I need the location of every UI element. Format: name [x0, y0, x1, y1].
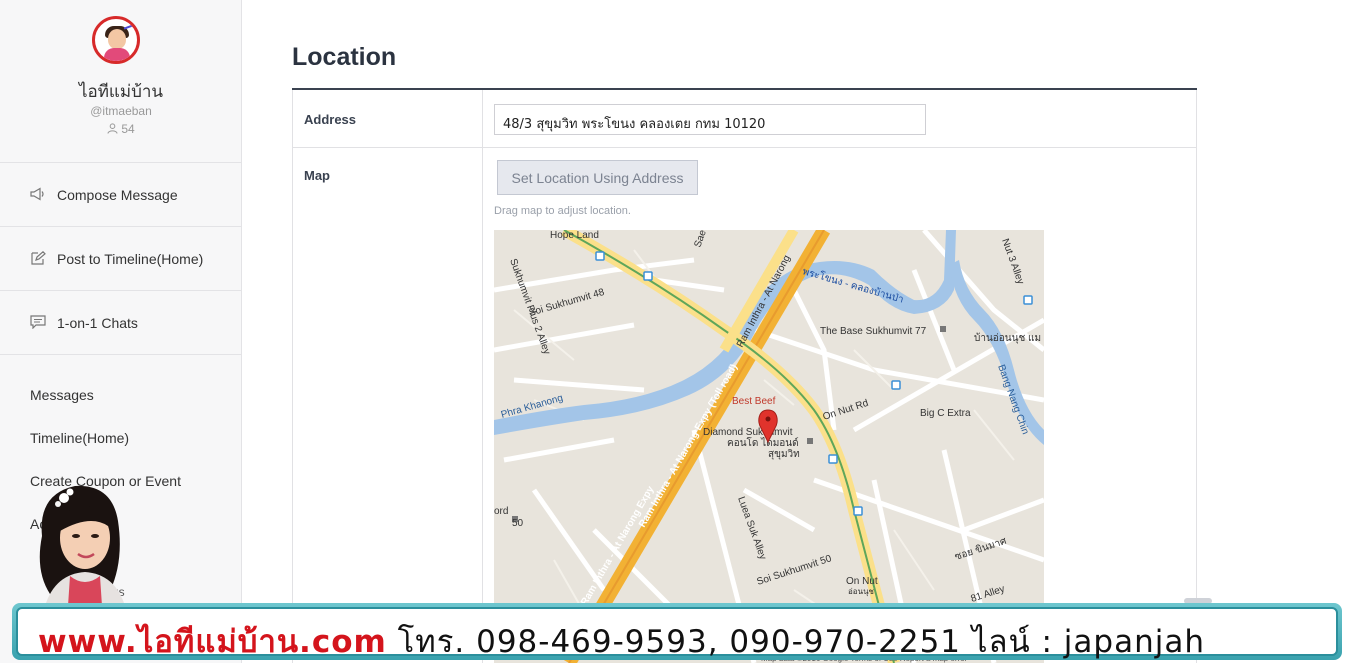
location-map[interactable]: Hope Land Soi Sukhumvit 48 Sukhumvit Plu…: [494, 230, 1044, 663]
followers-count: 54: [0, 122, 242, 136]
nav-compose-label: Compose Message: [57, 187, 178, 203]
contact-banner: www.ไอทีแม่บ้าน.com โทร. 098-469-9593, 0…: [12, 603, 1342, 660]
banner-text: www.ไอทีแม่บ้าน.com โทร. 098-469-9593, 0…: [38, 616, 1205, 666]
map-label-on-nut-th: อ่อนนุช: [848, 587, 875, 596]
profile-handle: @itmaeban: [90, 104, 152, 118]
menu-messages[interactable]: Messages: [30, 387, 94, 403]
map-label-best-beef: Best Beef: [732, 396, 776, 407]
map-label-onnut-th: บ้านอ่อนนุช แม: [974, 332, 1041, 344]
profile-name: ไอทีแม่บ้าน: [78, 82, 164, 102]
avatar-body: [104, 48, 130, 61]
menu-timeline[interactable]: Timeline(Home): [30, 430, 129, 446]
avatar-face: [108, 29, 126, 49]
map-label: Map: [304, 168, 330, 183]
map-label-hope-land: Hope Land: [550, 230, 599, 241]
set-location-button[interactable]: Set Location Using Address: [497, 160, 698, 195]
avatar-arrow-icon: [123, 22, 137, 38]
page-title: Location: [292, 43, 397, 71]
map-label-on-nut: On Nut: [846, 576, 878, 587]
chat-bubble-icon: [30, 315, 46, 329]
nav-post-timeline[interactable]: Post to Timeline(Home): [0, 227, 241, 291]
banner-contact: โทร. 098-469-9593, 090-970-2251 ไลน์ : j…: [386, 624, 1205, 660]
address-label: Address: [304, 112, 357, 127]
edit-icon: [31, 251, 46, 265]
megaphone-icon: [30, 187, 44, 201]
location-form: Address 48/3 สุขุมวิท พระโขนง คลองเตย กท…: [292, 90, 1197, 663]
banner-inner: www.ไอทีแม่บ้าน.com โทร. 098-469-9593, 0…: [16, 607, 1338, 660]
map-label-diamond: Diamond Sukhumvit: [703, 427, 793, 438]
map-label-ord: ord: [494, 506, 508, 517]
map-label-bigc: Big C Extra: [920, 408, 971, 419]
person-icon: [107, 123, 118, 134]
banner-url: www.ไอทีแม่บ้าน.com: [38, 624, 387, 660]
presenter-photo: [30, 476, 130, 606]
profile-avatar[interactable]: [92, 16, 140, 64]
row-divider: [293, 147, 1196, 148]
map-label-diamond-th1: คอนโด ไดมอนด์: [727, 436, 799, 449]
map-label-diamond-th2: สุขุมวิท: [768, 449, 800, 460]
followers-value: 54: [121, 122, 135, 136]
map-hint: Drag map to adjust location.: [494, 205, 631, 217]
address-input[interactable]: 48/3 สุขุมวิท พระโขนง คลองเตย กทม 10120: [494, 104, 926, 135]
nav-compose-message[interactable]: Compose Message: [0, 163, 241, 227]
nav-chats-label: 1-on-1 Chats: [57, 315, 138, 331]
map-label-50: 50: [512, 518, 524, 529]
nav-chats[interactable]: 1-on-1 Chats: [0, 291, 241, 355]
map-canvas[interactable]: Hope Land Soi Sukhumvit 48 Sukhumvit Plu…: [494, 230, 1044, 663]
map-label-base: The Base Sukhumvit 77: [820, 326, 927, 337]
nav-post-label: Post to Timeline(Home): [57, 251, 204, 267]
profile-panel: ไอทีแม่บ้าน @itmaeban 54: [0, 0, 241, 163]
